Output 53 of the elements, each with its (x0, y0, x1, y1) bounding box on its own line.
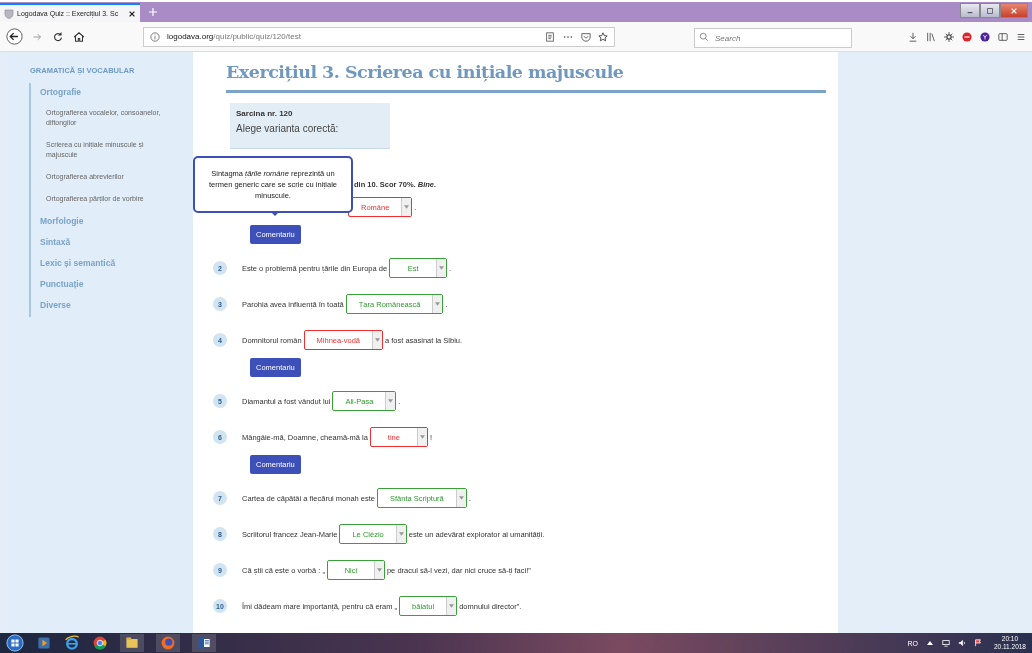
sidebar-item[interactable]: Morfologie (40, 212, 193, 233)
sidebar-item[interactable]: Ortografie (40, 83, 193, 104)
task-instruction: Alege varianta corectă: (236, 123, 340, 134)
triangle-icon[interactable] (925, 639, 934, 647)
reload-icon[interactable] (51, 29, 65, 44)
caret-icon (458, 496, 464, 500)
browser-circle-icon[interactable] (92, 635, 108, 651)
address-bar[interactable]: logodava.org/quiz/public/quiz/120/test (143, 26, 615, 47)
flag-icon[interactable] (973, 639, 982, 647)
network-icon[interactable] (941, 639, 950, 647)
minimize-button[interactable] (960, 3, 980, 18)
caret-icon (435, 302, 441, 306)
home-icon[interactable] (72, 29, 86, 44)
caret-icon (449, 604, 455, 608)
start-button[interactable] (6, 634, 24, 652)
caret-icon (419, 435, 425, 439)
caret-icon (398, 532, 404, 536)
maximize-icon (986, 6, 994, 15)
pocket-icon[interactable] (581, 31, 591, 42)
caret-icon (388, 399, 394, 403)
search-icon (699, 31, 709, 42)
sidebar-item[interactable]: Sintaxă (40, 233, 193, 254)
caret-icon (404, 205, 410, 209)
shield-icon (4, 8, 14, 19)
gear-icon[interactable] (944, 31, 954, 42)
document-icon[interactable] (192, 634, 216, 652)
sidebar-item[interactable]: Diverse (40, 296, 193, 317)
library-icon[interactable] (926, 31, 936, 42)
search-field[interactable]: Search (694, 28, 852, 48)
folder-icon[interactable] (120, 634, 144, 652)
star-icon[interactable] (598, 31, 608, 42)
close-icon (1010, 6, 1018, 15)
back-icon[interactable] (6, 28, 23, 45)
sidebar-item[interactable]: Punctuație (40, 275, 193, 296)
reader-icon[interactable] (545, 31, 555, 42)
caret-icon (376, 568, 382, 572)
menu-icon[interactable] (1016, 31, 1026, 42)
info-icon (150, 31, 160, 42)
speaker-icon[interactable] (957, 639, 966, 647)
close-icon[interactable] (128, 9, 136, 18)
maximize-button[interactable] (980, 3, 1000, 18)
download-icon[interactable] (908, 31, 918, 42)
extension-icon[interactable] (980, 31, 990, 42)
page-title: Exercițiul 3. Scrierea cu inițiale majuscule (226, 62, 826, 93)
fox-globe-icon[interactable] (156, 634, 180, 652)
stop-sign-icon[interactable] (962, 31, 972, 42)
caret-icon (439, 266, 445, 270)
task-number: Sarcina nr. 120 (236, 109, 294, 118)
caret-icon (374, 338, 380, 342)
browser-e-icon[interactable] (64, 635, 80, 651)
sidebar-icon[interactable] (998, 31, 1008, 42)
media-player-icon[interactable] (36, 635, 52, 651)
sidebar-item[interactable]: Lexic și semantică (40, 254, 193, 275)
